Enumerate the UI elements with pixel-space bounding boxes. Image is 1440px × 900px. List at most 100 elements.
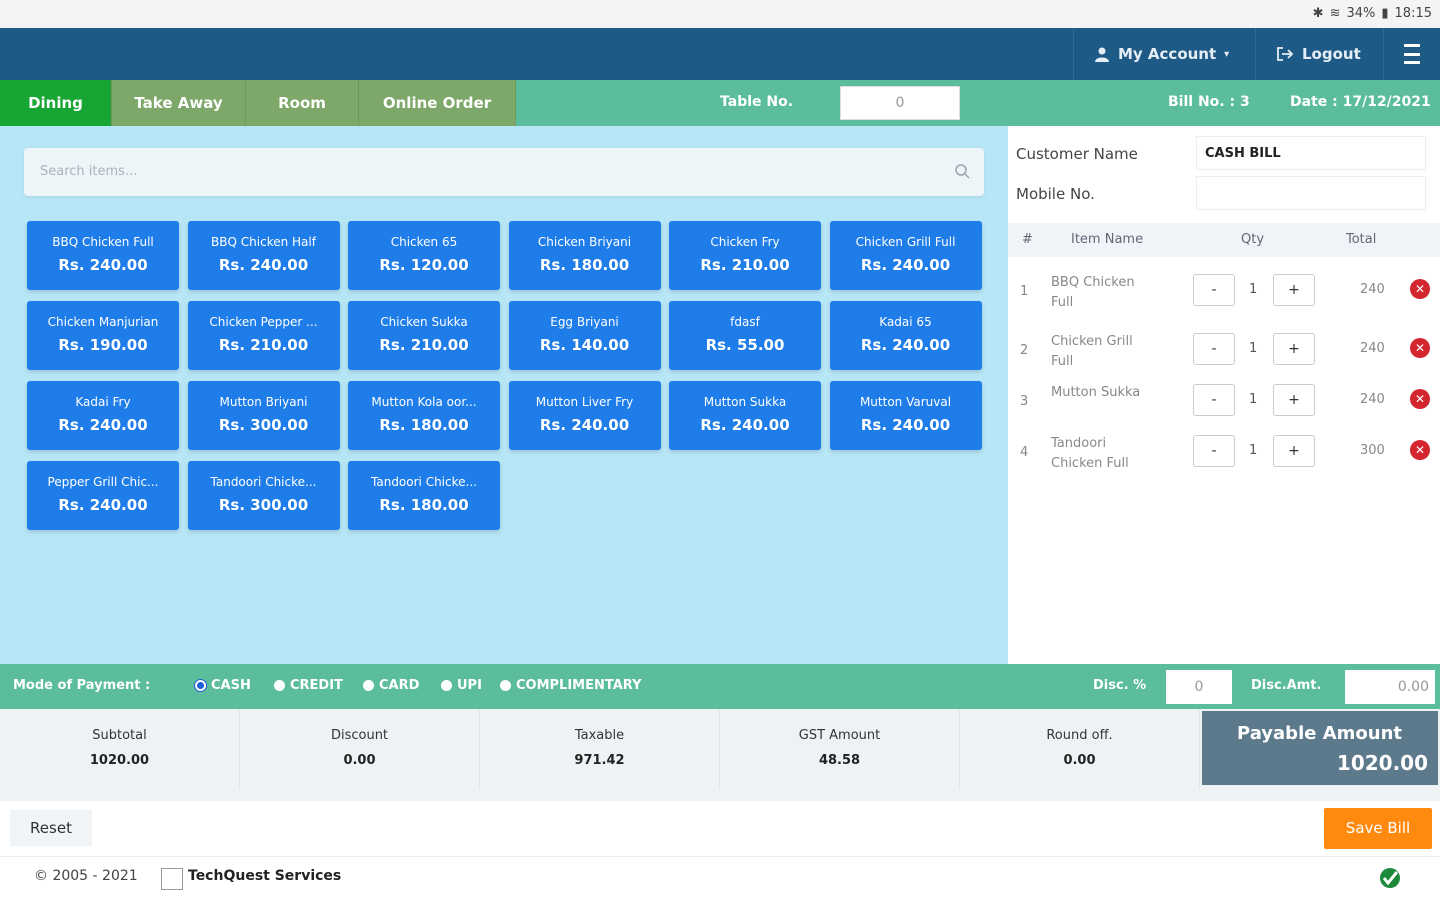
menu-item-price: Rs. 210.00	[218, 336, 309, 354]
top-navbar: My Account ▾ Logout	[0, 28, 1440, 80]
payment-option-credit[interactable]: CREDIT	[274, 678, 343, 693]
payment-option-complimentary[interactable]: COMPLIMENTARY	[500, 678, 642, 693]
menu-item-price: Rs. 190.00	[58, 336, 148, 354]
company-logo-icon	[161, 868, 183, 890]
remove-item-icon[interactable]: ✕	[1410, 279, 1430, 299]
payment-option-cash[interactable]: CASH	[195, 678, 251, 693]
order-row-qty: 1	[1249, 443, 1258, 458]
order-row-index: 3	[1020, 394, 1029, 409]
customer-name-input[interactable]: CASH BILL	[1196, 136, 1426, 170]
menu-item-card[interactable]: Tandoori Chicke... Rs. 180.00	[348, 461, 500, 530]
gst-label: GST Amount	[798, 728, 881, 743]
reset-button[interactable]: Reset	[10, 810, 92, 846]
search-placeholder: Search items...	[40, 164, 138, 179]
qty-decrease-button[interactable]: -	[1193, 274, 1235, 306]
payment-option-upi[interactable]: UPI	[441, 678, 482, 693]
bill-panel: Customer Name CASH BILL Mobile No. # Ite…	[1008, 126, 1440, 664]
menu-item-name: Chicken Manjurian	[47, 315, 159, 329]
disc-percent-input[interactable]: 0	[1166, 670, 1232, 704]
table-no-label: Table No.	[720, 94, 794, 110]
menu-item-card[interactable]: Tandoori Chicke... Rs. 300.00	[187, 461, 340, 530]
gst-value: 48.58	[818, 753, 861, 768]
remove-item-icon[interactable]: ✕	[1410, 440, 1430, 460]
menu-item-price: Rs. 240.00	[58, 416, 148, 434]
menu-item-card[interactable]: BBQ Chicken Half Rs. 240.00	[187, 221, 340, 290]
menu-item-price: Rs. 240.00	[218, 256, 309, 274]
order-row-total: 300	[1360, 443, 1385, 458]
clock: 18:15	[1394, 6, 1432, 21]
menu-item-price: Rs. 300.00	[218, 496, 309, 514]
qty-decrease-button[interactable]: -	[1193, 435, 1235, 467]
menu-item-card[interactable]: Chicken Grill Full Rs. 240.00	[829, 221, 982, 290]
bill-number: Bill No. : 3	[1168, 94, 1250, 110]
menu-item-price: Rs. 180.00	[379, 496, 469, 514]
tab-room[interactable]: Room	[246, 80, 359, 126]
order-row-qty: 1	[1249, 282, 1258, 297]
subtotal-value: 1020.00	[89, 753, 150, 768]
search-icon[interactable]	[954, 163, 970, 179]
menu-item-name: Chicken Fry	[710, 235, 780, 249]
subtotal-label: Subtotal	[92, 728, 147, 743]
discount-cell: Discount 0.00	[240, 709, 480, 789]
menu-item-card[interactable]: Kadai Fry Rs. 240.00	[27, 381, 179, 450]
hamburger-menu-button[interactable]	[1383, 28, 1440, 80]
menu-item-name: BBQ Chicken Half	[211, 235, 316, 249]
menu-item-card[interactable]: Mutton Briyani Rs. 300.00	[187, 381, 340, 450]
menu-item-card[interactable]: Mutton Sukka Rs. 240.00	[669, 381, 821, 450]
qty-increase-button[interactable]: +	[1273, 435, 1315, 467]
save-bill-button[interactable]: Save Bill	[1324, 808, 1432, 849]
menu-item-price: Rs. 120.00	[379, 256, 469, 274]
menu-item-card[interactable]: Chicken Manjurian Rs. 190.00	[27, 301, 179, 370]
menu-item-card[interactable]: Mutton Liver Fry Rs. 240.00	[508, 381, 661, 450]
menu-item-card[interactable]: Mutton Kola oor... Rs. 180.00	[348, 381, 500, 450]
tab-dining[interactable]: Dining	[0, 80, 112, 126]
qty-increase-button[interactable]: +	[1273, 384, 1315, 416]
remove-item-icon[interactable]: ✕	[1410, 389, 1430, 409]
remove-item-icon[interactable]: ✕	[1410, 338, 1430, 358]
menu-item-card[interactable]: Pepper Grill Chic... Rs. 240.00	[27, 461, 179, 530]
order-row: 3 Mutton Sukka -1 +240 ✕	[1008, 376, 1440, 428]
disc-amount-input[interactable]: 0.00	[1345, 670, 1435, 704]
payable-amount-box: Payable Amount 1020.00	[1202, 711, 1438, 785]
menu-item-name: Chicken Grill Full	[855, 235, 956, 249]
menu-item-name: Mutton Kola oor...	[371, 395, 477, 409]
search-items-input[interactable]: Search items...	[24, 148, 984, 196]
payable-amount-value: 1020.00	[1336, 751, 1428, 775]
menu-item-price: Rs. 240.00	[860, 416, 951, 434]
qty-increase-button[interactable]: +	[1273, 274, 1315, 306]
menu-item-card[interactable]: Chicken Pepper ... Rs. 210.00	[187, 301, 340, 370]
payment-option-card[interactable]: CARD	[363, 678, 419, 693]
menu-item-name: Kadai 65	[879, 315, 932, 329]
mobile-no-label: Mobile No.	[1016, 185, 1095, 203]
logout-button[interactable]: Logout	[1255, 28, 1383, 80]
col-item-name: Item Name	[1071, 232, 1144, 247]
tab-take-away[interactable]: Take Away	[112, 80, 246, 126]
payment-option-label: CARD	[379, 678, 420, 693]
order-row-qty: 1	[1249, 341, 1258, 356]
mobile-no-input[interactable]	[1196, 176, 1426, 210]
menu-item-card[interactable]: Kadai 65 Rs. 240.00	[829, 301, 982, 370]
my-account-label: My Account	[1118, 45, 1217, 63]
menu-item-name: Kadai Fry	[75, 395, 131, 409]
menu-item-card[interactable]: Mutton Varuval Rs. 240.00	[829, 381, 982, 450]
order-row: 2 Chicken Grill Full -1 +240 ✕	[1008, 325, 1440, 377]
menu-item-price: Rs. 240.00	[58, 496, 148, 514]
menu-item-card[interactable]: Chicken Briyani Rs. 180.00	[508, 221, 661, 290]
menu-item-card[interactable]: BBQ Chicken Full Rs. 240.00	[27, 221, 179, 290]
menu-item-card[interactable]: Chicken Fry Rs. 210.00	[669, 221, 821, 290]
company-name[interactable]: TechQuest Services	[188, 868, 341, 884]
my-account-menu[interactable]: My Account ▾	[1073, 28, 1255, 80]
caret-down-icon: ▾	[1224, 48, 1230, 60]
payment-option-label: UPI	[457, 678, 482, 693]
tab-online-order[interactable]: Online Order	[359, 80, 516, 126]
taxable-value: 971.42	[574, 753, 625, 768]
menu-item-card[interactable]: Chicken 65 Rs. 120.00	[348, 221, 500, 290]
order-row: 1 BBQ Chicken Full -1 +240 ✕	[1008, 266, 1440, 318]
menu-item-card[interactable]: fdasf Rs. 55.00	[669, 301, 821, 370]
qty-increase-button[interactable]: +	[1273, 333, 1315, 365]
menu-item-card[interactable]: Chicken Sukka Rs. 210.00	[348, 301, 500, 370]
table-no-input[interactable]: 0	[840, 86, 960, 120]
qty-decrease-button[interactable]: -	[1193, 333, 1235, 365]
qty-decrease-button[interactable]: -	[1193, 384, 1235, 416]
menu-item-card[interactable]: Egg Briyani Rs. 140.00	[508, 301, 661, 370]
